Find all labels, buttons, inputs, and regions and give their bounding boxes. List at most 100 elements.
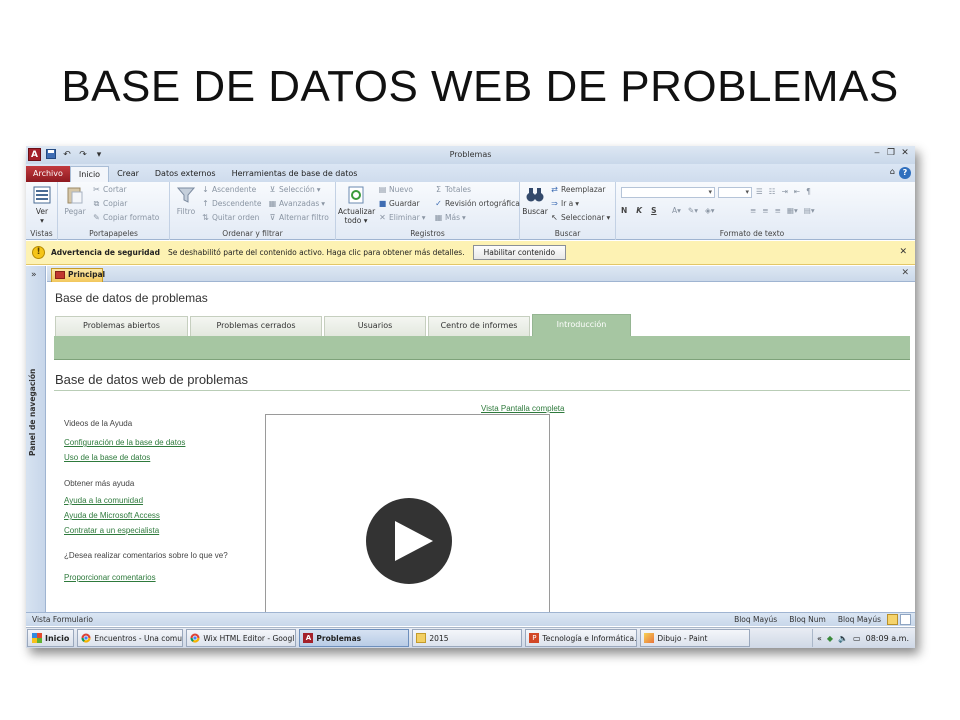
tab-introduccion[interactable]: Introducción [532, 314, 631, 336]
goto-button[interactable]: ⇒ Ir a ▾ [550, 199, 579, 208]
fill-color-icon[interactable]: ◈▾ [705, 206, 715, 215]
align-right-icon[interactable]: ≡ [775, 206, 781, 215]
close-document-icon[interactable]: ✕ [901, 268, 909, 278]
form-principal: Base de datos de problemas Problemas abi… [47, 283, 915, 614]
tab-crear[interactable]: Crear [109, 166, 147, 182]
taskbar-item-wix[interactable]: Wix HTML Editor - Googl... [186, 629, 297, 647]
new-record-button[interactable]: ▤ Nuevo [378, 185, 413, 194]
selection-icon: ⊻ [269, 185, 276, 194]
tab-archivo[interactable]: Archivo [26, 166, 70, 182]
copy-button[interactable]: ⧉ Copiar [92, 199, 128, 208]
help-icon[interactable]: ? [899, 167, 911, 179]
view-button[interactable]: Ver ▾ [31, 185, 53, 225]
bold-button[interactable]: N [621, 206, 627, 215]
taskbar-item-tecnologia[interactable]: P Tecnología e Informática... [525, 629, 638, 647]
highlight-icon[interactable]: ✎▾ [688, 206, 698, 215]
design-view-icon[interactable] [900, 614, 911, 625]
link-especialista[interactable]: Contratar a un especialista [64, 526, 159, 535]
spelling-button[interactable]: ✓ Revisión ortográfica [434, 199, 520, 208]
taskbar-item-2015[interactable]: 2015 [412, 629, 523, 647]
tray-chevron-icon[interactable]: « [817, 634, 822, 643]
link-configuracion[interactable]: Configuración de la base de datos [64, 438, 185, 447]
align-left-icon[interactable]: ≡ [750, 206, 756, 215]
underline-button[interactable]: S [651, 206, 656, 215]
form-icon [55, 271, 65, 279]
new-record-icon: ▤ [378, 185, 387, 194]
refresh-all-button[interactable]: Actualizar todo ▾ [338, 185, 375, 225]
spelling-icon: ✓ [435, 199, 442, 208]
video-player[interactable] [265, 414, 550, 614]
link-comunidad[interactable]: Ayuda a la comunidad [64, 496, 143, 505]
font-size-combo[interactable]: ▾ [718, 187, 752, 198]
taskbar-item-encuentros[interactable]: Encuentros - Una comuni... [77, 629, 184, 647]
replace-button[interactable]: ⇄ Reemplazar [550, 185, 605, 194]
sort-ascending-button[interactable]: ↓ Ascendente [201, 185, 256, 194]
security-message[interactable]: Se deshabilitó parte del contenido activ… [168, 248, 465, 257]
nav-pane-toggle-icon[interactable]: » [31, 270, 37, 280]
volume-icon[interactable]: 🔈 [838, 634, 848, 643]
italic-button[interactable]: K [636, 206, 642, 215]
document-tab-principal[interactable]: Principal [51, 268, 105, 282]
taskbar-label: Encuentros - Una comuni... [94, 633, 182, 643]
fullscreen-link[interactable]: Vista Pantalla completa [481, 404, 564, 413]
sort-descending-button[interactable]: ↑ Descendente [201, 199, 261, 208]
navigation-pane[interactable]: » Panel de navegación [26, 266, 46, 612]
status-indicators: Bloq Mayús Bloq Num Bloq Mayús [734, 615, 881, 624]
form-view-icon[interactable] [887, 614, 898, 625]
save-record-button[interactable]: ■ Guardar [378, 199, 420, 208]
gridlines-icon[interactable]: ▦▾ [787, 206, 798, 215]
paste-icon [67, 187, 83, 204]
paste-button[interactable]: Pegar [62, 185, 88, 216]
toggle-filter-button[interactable]: ⊽ Alternar filtro [268, 213, 329, 222]
network-icon[interactable]: ◆ [827, 634, 833, 643]
close-security-bar-icon[interactable]: ✕ [899, 247, 907, 257]
filter-button[interactable]: Filtro [174, 185, 198, 216]
indent-icon[interactable]: ⇥ [781, 187, 787, 196]
link-microsoft-access[interactable]: Ayuda de Microsoft Access [64, 511, 160, 520]
find-button[interactable]: Buscar [522, 185, 548, 216]
chrome-icon [190, 633, 200, 643]
bullets-icon[interactable]: ☰ [756, 187, 763, 196]
restore-icon[interactable]: ❐ [885, 148, 897, 160]
format-painter-button[interactable]: ✎ Copiar formato [92, 213, 159, 222]
tab-usuarios[interactable]: Usuarios [324, 316, 426, 336]
taskbar-item-problemas[interactable]: A Problemas [299, 629, 410, 647]
play-button[interactable] [366, 498, 452, 584]
outdent-icon[interactable]: ⇤ [794, 187, 800, 196]
selection-button[interactable]: ⊻ Selección ▾ [268, 185, 321, 194]
close-icon[interactable]: ✕ [899, 148, 911, 160]
minimize-icon[interactable]: ‒ [871, 148, 883, 160]
tab-datos-externos[interactable]: Datos externos [147, 166, 224, 182]
totals-button[interactable]: Σ Totales [434, 185, 471, 194]
collapse-ribbon-icon[interactable]: ⌂ [890, 167, 895, 179]
remove-sort-icon: ⇅ [202, 213, 209, 222]
paragraph-icon[interactable]: ¶ [806, 187, 811, 196]
start-button[interactable]: Inicio [27, 629, 75, 647]
enable-content-button[interactable]: Habilitar contenido [472, 245, 567, 260]
chrome-icon [81, 633, 91, 643]
tab-centro-informes[interactable]: Centro de informes [428, 316, 530, 336]
clock[interactable]: 08:09 a.m. [866, 634, 909, 643]
align-center-icon[interactable]: ≡ [762, 206, 768, 215]
more-button[interactable]: ▦ Más ▾ [434, 213, 466, 222]
font-name-combo[interactable]: ▾ [621, 187, 715, 198]
cut-button[interactable]: ✂ Cortar [92, 185, 126, 194]
tab-herramientas[interactable]: Herramientas de base de datos [224, 166, 366, 182]
alternate-row-icon[interactable]: ▤▾ [804, 206, 815, 215]
copy-label: Copiar [103, 199, 128, 208]
tab-problemas-cerrados[interactable]: Problemas cerrados [190, 316, 322, 336]
link-uso[interactable]: Uso de la base de datos [64, 453, 150, 462]
taskbar-item-paint[interactable]: Dibujo - Paint [640, 629, 751, 647]
numbering-icon[interactable]: ☷ [769, 187, 776, 196]
font-color-icon[interactable]: A▾ [672, 206, 681, 215]
remove-sort-button[interactable]: ⇅ Quitar orden [201, 213, 259, 222]
goto-label: Ir a [561, 199, 574, 208]
link-comentarios[interactable]: Proporcionar comentarios [64, 573, 156, 582]
advanced-button[interactable]: ▦ Avanzadas ▾ [268, 199, 325, 208]
select-button[interactable]: ↖ Seleccionar ▾ [550, 213, 610, 222]
tab-problemas-abiertos[interactable]: Problemas abiertos [55, 316, 188, 336]
monitor-icon[interactable]: ▭ [853, 634, 861, 643]
group-ordenar-label: Ordenar y filtrar [222, 229, 283, 238]
tab-inicio[interactable]: Inicio [69, 166, 110, 182]
delete-record-button[interactable]: ✕ Eliminar ▾ [378, 213, 425, 222]
